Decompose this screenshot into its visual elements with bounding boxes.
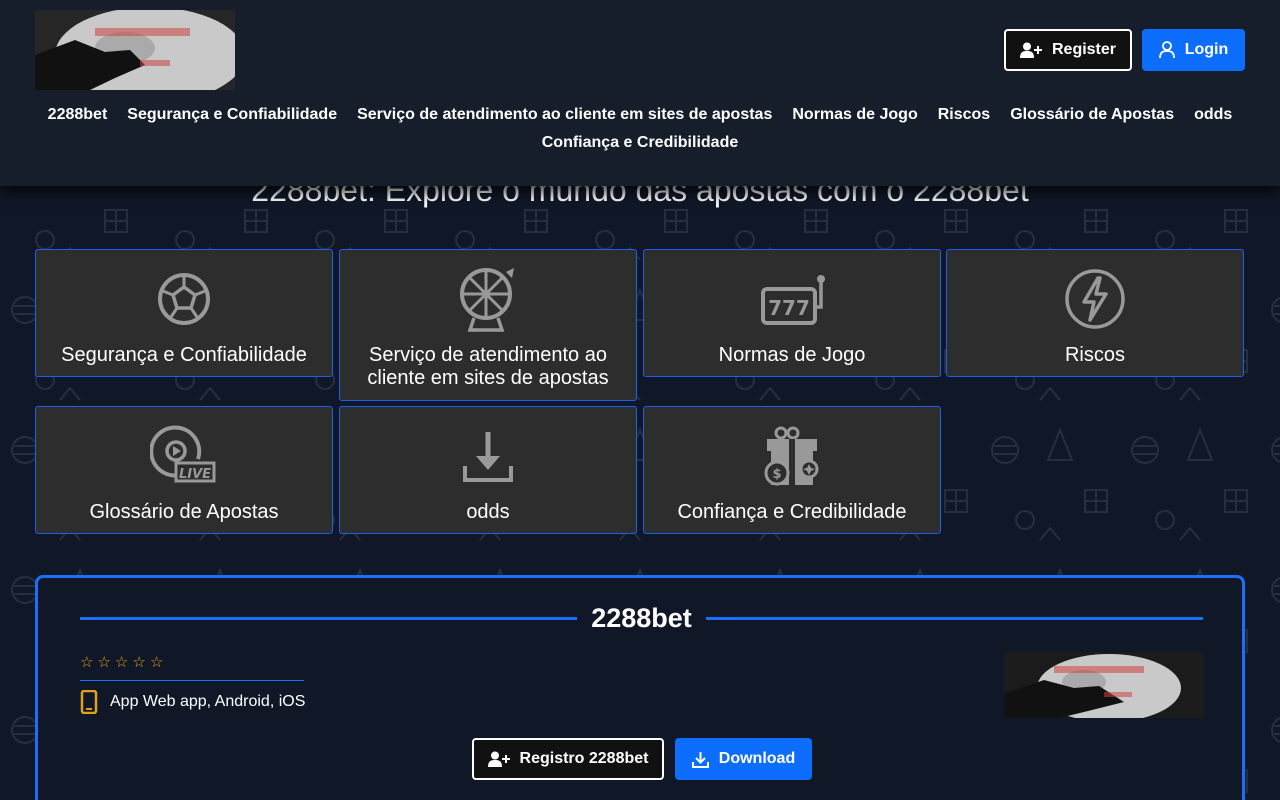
nav-item-2288bet[interactable]: 2288bet bbox=[38, 106, 118, 124]
download-label: Download bbox=[718, 750, 796, 767]
lightning-icon bbox=[1060, 264, 1130, 334]
card-confianca[interactable]: $ Confiança e Credibilidade bbox=[643, 406, 941, 534]
card-label: Confiança e Credibilidade bbox=[677, 501, 907, 523]
register-2288bet-label: Registro 2288bet bbox=[519, 750, 649, 767]
nav-item-normas[interactable]: Normas de Jogo bbox=[782, 106, 927, 124]
download-button[interactable]: Download bbox=[675, 738, 812, 780]
roulette-wheel-icon bbox=[453, 264, 523, 334]
nav-item-glossario[interactable]: Glossário de Apostas bbox=[1000, 106, 1184, 124]
nav-item-confianca[interactable]: Confiança e Credibilidade bbox=[532, 134, 748, 152]
card-label: Segurança e Confiabilidade bbox=[61, 344, 307, 366]
rating-underline bbox=[80, 680, 304, 681]
card-atendimento[interactable]: Serviço de atendimento ao cliente em sit… bbox=[339, 249, 637, 401]
svg-text:LIVE: LIVE bbox=[179, 467, 211, 482]
slot-machine-icon: 777 bbox=[757, 264, 827, 334]
live-play-icon: LIVE bbox=[149, 421, 219, 491]
gift-coins-icon: $ bbox=[757, 421, 827, 491]
card-label: Normas de Jogo bbox=[718, 344, 866, 366]
moon-logo-image bbox=[1004, 652, 1204, 718]
register-button[interactable]: Register bbox=[1004, 29, 1132, 71]
card-glossario[interactable]: LIVE Glossário de Apostas bbox=[35, 406, 333, 534]
star-icon: ☆ bbox=[114, 654, 129, 671]
user-plus-icon bbox=[487, 751, 510, 767]
moon-logo-image bbox=[35, 10, 235, 90]
star-icon: ☆ bbox=[97, 654, 111, 671]
panel-title-row: 2288bet bbox=[80, 598, 1204, 638]
platform-text: App Web app, Android, iOS bbox=[110, 693, 306, 710]
platform-info: App Web app, Android, iOS bbox=[80, 690, 305, 714]
register-button-label: Register bbox=[1051, 41, 1117, 58]
site-header: Register Login 2288bet Segurança e Confi… bbox=[0, 0, 1280, 186]
star-icon: ☆ bbox=[149, 654, 164, 671]
card-label: odds bbox=[466, 501, 510, 523]
divider-right bbox=[705, 616, 1204, 620]
card-seguranca[interactable]: Segurança e Confiabilidade bbox=[35, 249, 333, 377]
download-icon bbox=[691, 751, 709, 768]
svg-text:777: 777 bbox=[768, 296, 810, 320]
nav-item-seguranca[interactable]: Segurança e Confiabilidade bbox=[117, 106, 347, 124]
panel-title: 2288bet bbox=[591, 602, 692, 633]
user-icon bbox=[1158, 41, 1175, 59]
mobile-phone-icon bbox=[80, 690, 98, 714]
login-button[interactable]: Login bbox=[1142, 29, 1245, 71]
site-logo[interactable] bbox=[35, 10, 235, 90]
nav-item-odds[interactable]: odds bbox=[1184, 106, 1242, 124]
star-rating: ☆ ☆ ☆ ☆ ☆ bbox=[80, 653, 163, 671]
card-label: Riscos bbox=[1064, 344, 1125, 366]
app-info-panel: 2288bet ☆ ☆ ☆ ☆ ☆ App Web app, Android, … bbox=[35, 575, 1245, 800]
star-icon: ☆ bbox=[132, 654, 146, 671]
card-riscos[interactable]: Riscos bbox=[946, 249, 1244, 377]
download-icon bbox=[453, 421, 523, 491]
main-nav: 2288bet Segurança e Confiabilidade Servi… bbox=[30, 106, 1250, 152]
star-icon: ☆ bbox=[80, 654, 94, 671]
card-odds[interactable]: odds bbox=[339, 406, 637, 534]
svg-text:$: $ bbox=[772, 467, 781, 482]
card-label: Glossário de Apostas bbox=[89, 501, 279, 523]
divider-left bbox=[80, 616, 578, 620]
soccer-ball-icon bbox=[149, 264, 219, 334]
register-2288bet-button[interactable]: Registro 2288bet bbox=[472, 738, 664, 780]
login-button-label: Login bbox=[1184, 41, 1229, 58]
card-label: Serviço de atendimento ao cliente em sit… bbox=[367, 344, 609, 389]
nav-item-riscos[interactable]: Riscos bbox=[928, 106, 1000, 124]
panel-logo bbox=[1004, 652, 1204, 718]
nav-item-atendimento[interactable]: Serviço de atendimento ao cliente em sit… bbox=[347, 106, 782, 124]
user-plus-icon bbox=[1019, 42, 1042, 58]
card-normas[interactable]: 777 Normas de Jogo bbox=[643, 249, 941, 377]
